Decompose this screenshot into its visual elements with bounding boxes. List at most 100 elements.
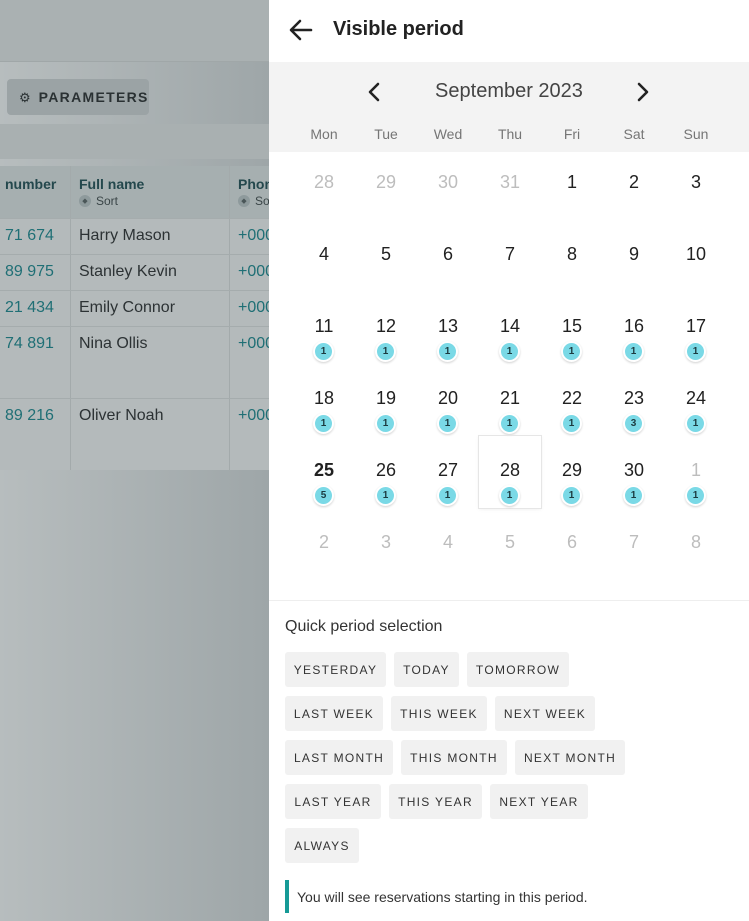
calendar-day[interactable]: 17 1 — [665, 292, 727, 364]
calendar-day[interactable]: 4 — [417, 508, 479, 580]
calendar-day[interactable]: 6 — [417, 220, 479, 292]
calendar-day[interactable]: 10 — [665, 220, 727, 292]
calendar-day[interactable]: 27 1 — [417, 436, 479, 508]
calendar-day[interactable]: 2 — [293, 508, 355, 580]
column-header-full-name[interactable]: Full name — [79, 176, 144, 192]
day-number: 5 — [504, 532, 515, 552]
quick-period-last-week-button[interactable]: LAST WEEK — [285, 696, 383, 731]
calendar-day[interactable]: 11 — [665, 436, 727, 508]
quick-period-title: Quick period selection — [285, 618, 443, 635]
quick-period-this-year-button[interactable]: THIS YEAR — [389, 784, 482, 819]
table-row[interactable]: 89 975 Stanley Kevin +000 — [0, 254, 274, 290]
column-header-number[interactable]: number — [5, 176, 56, 192]
calendar-day[interactable]: 30 — [417, 148, 479, 220]
calendar-day[interactable]: 28 — [293, 148, 355, 220]
reservation-count-badge: 1 — [685, 485, 706, 506]
table-row[interactable]: 74 891 Nina Ollis +000 — [0, 326, 274, 398]
next-month-button[interactable] — [628, 78, 656, 106]
calendar-day[interactable]: 8 — [541, 220, 603, 292]
calendar-day[interactable]: 21 1 — [479, 364, 541, 436]
quick-period-last-month-button[interactable]: LAST MONTH — [285, 740, 393, 775]
calendar-day[interactable]: 3 — [355, 508, 417, 580]
calendar-day[interactable]: 5 — [355, 220, 417, 292]
cell-number[interactable]: 89 216 — [5, 407, 54, 425]
sort-full-name[interactable]: ◆ Sort — [79, 194, 118, 208]
calendar-day[interactable]: 25 5 — [293, 436, 355, 508]
calendar-day[interactable]: 31 — [479, 148, 541, 220]
table-row[interactable]: 71 674 Harry Mason +000 — [0, 218, 274, 254]
reservation-count-badge: 1 — [499, 341, 520, 362]
calendar-day[interactable]: 19 1 — [355, 364, 417, 436]
weekday-row: Mon Tue Wed Thu Fri Sat Sun — [269, 126, 749, 144]
calendar-day[interactable]: 4 — [293, 220, 355, 292]
calendar-day[interactable]: 20 1 — [417, 364, 479, 436]
quick-period-this-week-button[interactable]: THIS WEEK — [391, 696, 487, 731]
quick-period-last-year-button[interactable]: LAST YEAR — [285, 784, 381, 819]
table-row[interactable]: 21 434 Emily Connor +000 — [0, 290, 274, 326]
day-number: 20 — [437, 388, 459, 408]
calendar-day[interactable]: 11 1 — [293, 292, 355, 364]
calendar-day[interactable]: 29 — [355, 148, 417, 220]
calendar-day[interactable]: 22 1 — [541, 364, 603, 436]
weekday-label: Mon — [310, 126, 338, 142]
weekday-label: Tue — [374, 126, 398, 142]
sort-icon: ◆ — [79, 195, 91, 207]
calendar-day[interactable]: 24 1 — [665, 364, 727, 436]
calendar-day[interactable]: 9 — [603, 220, 665, 292]
drawer-title: Visible period — [333, 18, 464, 40]
calendar-day[interactable]: 13 1 — [417, 292, 479, 364]
day-number: 3 — [380, 532, 391, 552]
calendar-day[interactable]: 5 — [479, 508, 541, 580]
calendar-day[interactable]: 7 — [603, 508, 665, 580]
calendar-day[interactable]: 29 1 — [541, 436, 603, 508]
calendar-day[interactable]: 23 3 — [603, 364, 665, 436]
day-number: 11 — [314, 316, 334, 336]
day-number: 15 — [561, 316, 583, 336]
quick-period-always-button[interactable]: ALWAYS — [285, 828, 359, 863]
calendar-day[interactable]: 6 — [541, 508, 603, 580]
quick-period-this-month-button[interactable]: THIS MONTH — [401, 740, 507, 775]
quick-period-next-year-button[interactable]: NEXT YEAR — [490, 784, 588, 819]
reservation-count-badge: 1 — [561, 413, 582, 434]
day-number: 8 — [690, 532, 701, 552]
reservation-count-badge: 1 — [499, 413, 520, 434]
column-header-phone[interactable]: Phon — [238, 176, 273, 192]
quick-period-tomorrow-button[interactable]: TOMORROW — [467, 652, 569, 687]
quick-period-next-month-button[interactable]: NEXT MONTH — [515, 740, 625, 775]
arrow-left-icon — [289, 19, 313, 41]
calendar-day[interactable]: 12 1 — [355, 292, 417, 364]
table-row[interactable]: 89 216 Oliver Noah +000 — [0, 398, 274, 470]
quick-period-next-week-button[interactable]: NEXT WEEK — [495, 696, 595, 731]
gear-icon: ⚙ — [19, 89, 31, 105]
cell-number[interactable]: 74 891 — [5, 335, 54, 353]
calendar-day[interactable]: 8 — [665, 508, 727, 580]
calendar-day[interactable]: 30 1 — [603, 436, 665, 508]
calendar-day[interactable]: 2 — [603, 148, 665, 220]
calendar-day[interactable]: 15 1 — [541, 292, 603, 364]
day-number: 30 — [623, 460, 645, 480]
weekday-label: Wed — [433, 126, 463, 142]
calendar-day[interactable]: 26 1 — [355, 436, 417, 508]
sort-phone[interactable]: ◆ So — [238, 194, 270, 208]
parameters-button[interactable]: ⚙ PARAMETERS — [7, 79, 149, 115]
day-number: 28 — [499, 460, 521, 480]
day-number: 29 — [561, 460, 583, 480]
divider — [269, 600, 749, 601]
quick-period-yesterday-button[interactable]: YESTERDAY — [285, 652, 386, 687]
calendar-day[interactable]: 3 — [665, 148, 727, 220]
quick-period-today-button[interactable]: TODAY — [394, 652, 459, 687]
calendar-day[interactable]: 14 1 — [479, 292, 541, 364]
calendar-day[interactable]: 1 — [541, 148, 603, 220]
calendar-day[interactable]: 28 1 — [479, 436, 541, 508]
back-button[interactable] — [287, 16, 315, 44]
calendar-day[interactable]: 16 1 — [603, 292, 665, 364]
cell-number[interactable]: 21 434 — [5, 299, 54, 317]
calendar-header: September 2023 Mon Tue Wed Thu Fri Sat S… — [269, 62, 749, 152]
day-number: 13 — [437, 316, 459, 336]
calendar-day[interactable]: 18 1 — [293, 364, 355, 436]
calendar-day[interactable]: 7 — [479, 220, 541, 292]
cell-number[interactable]: 71 674 — [5, 227, 54, 245]
cell-number[interactable]: 89 975 — [5, 263, 54, 281]
day-number: 4 — [442, 532, 453, 552]
day-number: 5 — [380, 244, 391, 264]
